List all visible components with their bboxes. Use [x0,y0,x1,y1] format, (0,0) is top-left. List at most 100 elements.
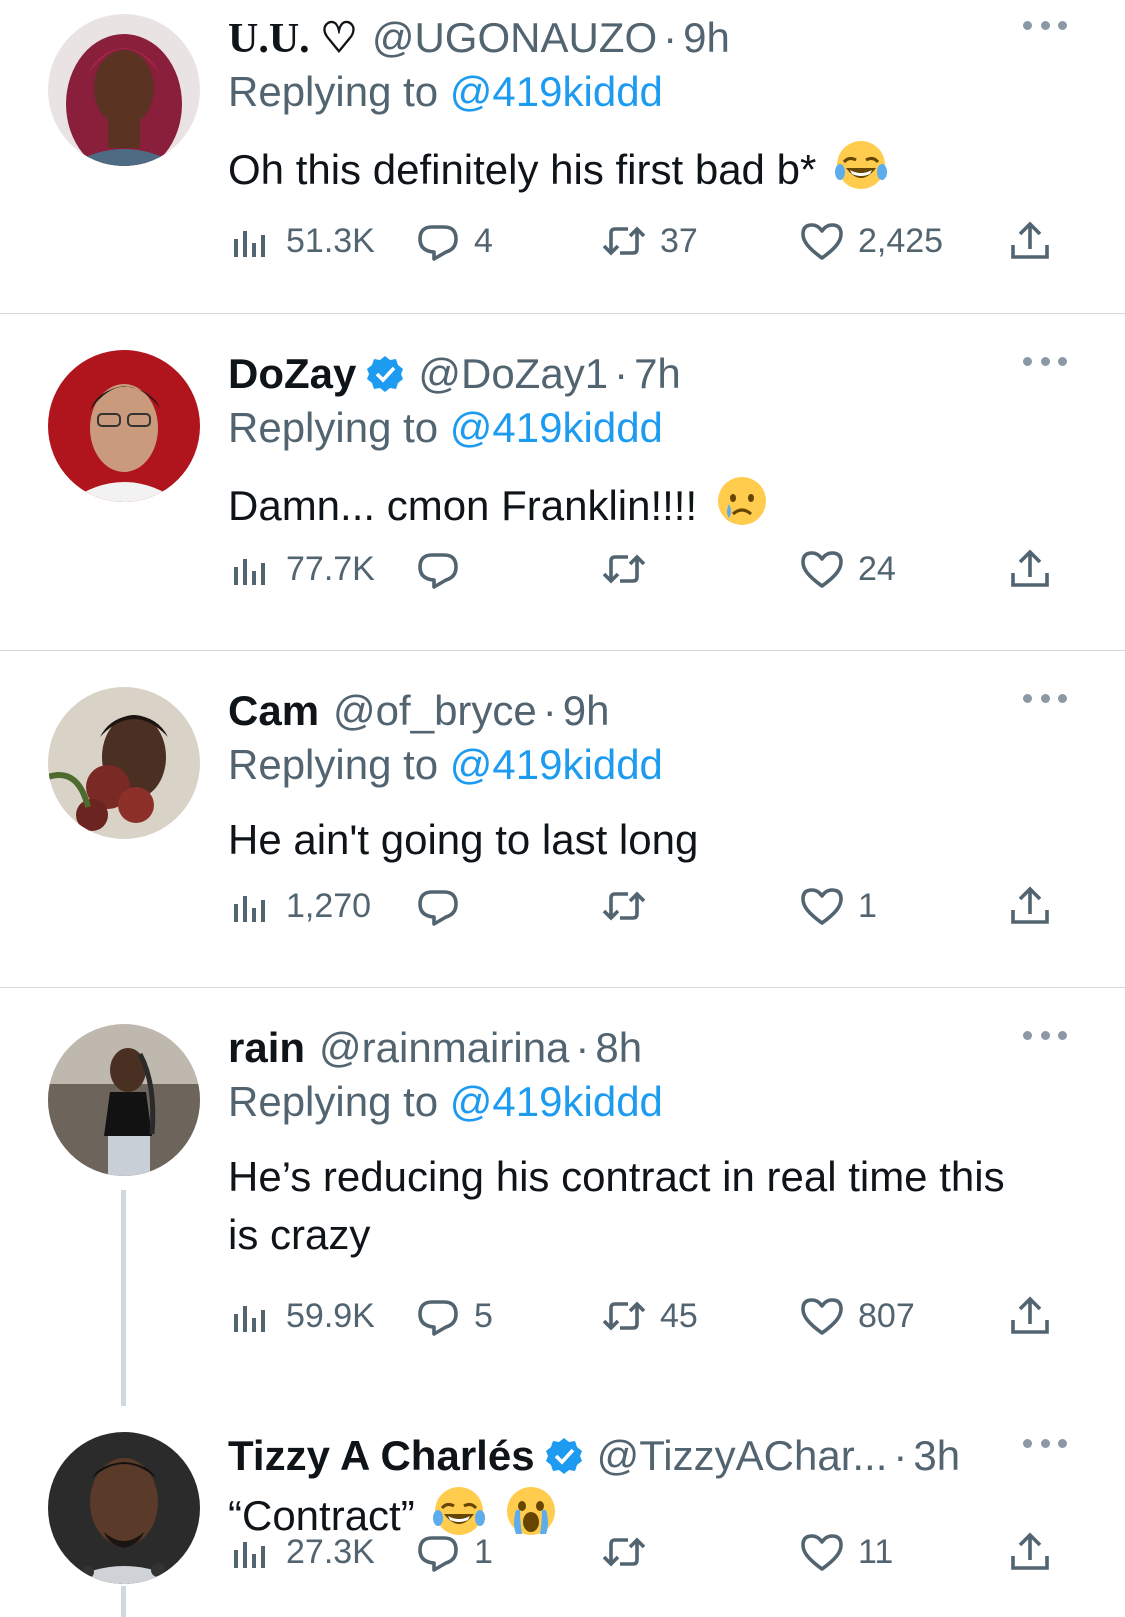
display-name[interactable]: Tizzy A Charlés [228,1432,535,1480]
views-icon [234,231,265,257]
timestamp[interactable]: 9h [683,14,730,62]
tweet-4[interactable]: rain @rainmairina · 8h Replying to @419k… [0,1010,1125,1400]
reply-button[interactable]: 1 [416,1528,493,1576]
retweet-count: 45 [660,1296,698,1335]
handle[interactable]: @of_bryce [333,687,537,735]
replying-to-link[interactable]: @419kiddd [450,68,663,115]
replying-to-link[interactable]: @419kiddd [450,404,663,451]
verified-badge-icon [545,1437,583,1475]
reply-button[interactable] [416,545,474,593]
timestamp[interactable]: 7h [634,350,681,398]
like-icon [801,223,843,260]
like-count: 11 [858,1532,894,1571]
tweet-text-content: Oh this definitely his first bad b* [228,146,817,193]
avatar[interactable] [48,687,200,839]
tweet-header: DoZay @DoZay1 · 7h [228,346,681,402]
views-button[interactable]: 1,270 [228,882,371,930]
retweet-icon [602,554,646,584]
views-count: 27.3K [286,1532,375,1571]
views-count: 77.7K [286,549,375,588]
views-icon [234,559,265,585]
retweet-button[interactable]: 37 [602,217,698,265]
like-icon [801,551,843,588]
reply-icon [418,1536,458,1572]
tweet-header: U.U. ♡ @UGONAUZO · 9h [228,10,730,66]
tweet-text: He ain't going to last long [228,811,1088,869]
like-button[interactable]: 11 [800,1528,893,1576]
timestamp[interactable]: 9h [563,687,610,735]
tweet-1[interactable]: U.U. ♡ @UGONAUZO · 9h Replying to @419ki… [0,0,1125,305]
views-button[interactable]: 59.9K [228,1292,375,1340]
handle[interactable]: @rainmairina [319,1024,569,1072]
replying-to: Replying to @419kiddd [228,404,663,452]
replying-label: Replying to [228,68,439,115]
avatar[interactable] [48,1432,200,1584]
retweet-count: 37 [660,221,698,260]
views-button[interactable]: 51.3K [228,217,375,265]
reply-button[interactable]: 4 [416,217,493,265]
like-count: 1 [858,886,877,925]
more-icon[interactable] [1023,1028,1067,1042]
handle[interactable]: @TizzyAChar... [597,1432,888,1480]
like-count: 24 [858,549,896,588]
more-icon[interactable] [1023,691,1067,705]
replying-to-link[interactable]: @419kiddd [450,741,663,788]
display-name[interactable]: DoZay [228,350,356,398]
retweet-button[interactable] [602,882,660,930]
retweet-icon [602,1537,646,1567]
tweet-text-line: He’s reducing his contract in real time … [228,1153,1005,1200]
avatar[interactable] [48,350,200,502]
reply-icon [418,890,458,926]
like-button[interactable]: 1 [800,882,877,930]
views-button[interactable]: 77.7K [228,545,375,593]
divider [0,313,1125,314]
reply-button[interactable]: 5 [416,1292,493,1340]
avatar[interactable] [48,1024,200,1176]
views-count: 1,270 [286,886,372,925]
more-icon[interactable] [1023,1436,1067,1450]
reply-count: 1 [474,1532,493,1571]
tweet-header: Tizzy A Charlés @TizzyAChar... · 3h [228,1428,960,1484]
tweet-5[interactable]: Tizzy A Charlés @TizzyAChar... · 3h “Con… [0,1418,1125,1617]
share-button[interactable] [1008,1292,1052,1340]
thread-line [121,1190,126,1406]
replying-to: Replying to @419kiddd [228,741,663,789]
replying-label: Replying to [228,1078,439,1125]
retweet-button[interactable]: 45 [602,1292,698,1340]
more-icon[interactable] [1023,18,1067,32]
share-button[interactable] [1008,1528,1052,1576]
handle[interactable]: @DoZay1 [418,350,608,398]
views-button[interactable]: 27.3K [228,1528,375,1576]
handle[interactable]: @UGONAUZO [372,14,657,62]
display-name[interactable]: Cam [228,687,319,735]
separator-dot: · [542,687,557,734]
timestamp[interactable]: 8h [595,1024,642,1072]
reply-icon [418,553,458,589]
like-button[interactable]: 807 [800,1292,915,1340]
separator-dot: · [663,14,678,61]
views-count: 59.9K [286,1296,375,1335]
share-icon [1011,549,1049,587]
reply-button[interactable] [416,882,474,930]
reply-count: 5 [474,1296,493,1335]
more-icon[interactable] [1023,354,1067,368]
share-button[interactable] [1008,545,1052,593]
replying-to-link[interactable]: @419kiddd [450,1078,663,1125]
tweet-2[interactable]: DoZay @DoZay1 · 7h Replying to @419kiddd… [0,336,1125,641]
tweet-header: Cam @of_bryce · 9h [228,683,610,739]
tweet-text-content: Damn... cmon Franklin!!!! [228,482,698,529]
action-bar: 1,270 1 [228,882,1088,930]
share-icon [1011,1296,1049,1334]
retweet-button[interactable] [602,1528,660,1576]
like-button[interactable]: 2,425 [800,217,943,265]
tweet-3[interactable]: Cam @of_bryce · 9h Replying to @419kiddd… [0,673,1125,978]
like-button[interactable]: 24 [800,545,896,593]
share-button[interactable] [1008,217,1052,265]
action-bar: 59.9K 5 45 807 [228,1292,1088,1340]
share-button[interactable] [1008,882,1052,930]
timestamp[interactable]: 3h [913,1432,960,1480]
retweet-button[interactable] [602,545,660,593]
display-name[interactable]: rain [228,1024,305,1072]
avatar[interactable] [48,14,200,166]
display-name[interactable]: U.U. ♡ [228,13,358,63]
